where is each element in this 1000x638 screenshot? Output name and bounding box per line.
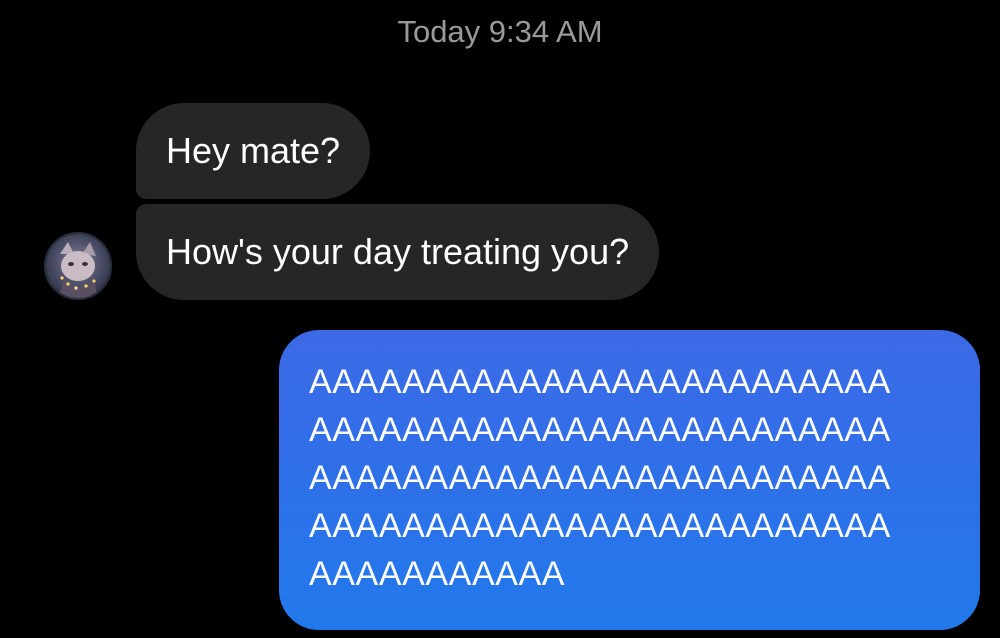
incoming-message-text: Hey mate?	[166, 130, 341, 171]
message-timestamp: Today 9:34 AM	[397, 14, 603, 49]
outgoing-message-bubble[interactable]: AAAAAAAAAAAAAAAAAAAAAAAAA AAAAAAAAAAAAAA…	[279, 330, 980, 630]
incoming-message-bubble[interactable]: How's your day treating you?	[136, 204, 660, 300]
contact-avatar-icon[interactable]	[44, 232, 112, 300]
incoming-message-text: How's your day treating you?	[166, 231, 630, 272]
incoming-message-bubble[interactable]: Hey mate?	[136, 103, 371, 199]
